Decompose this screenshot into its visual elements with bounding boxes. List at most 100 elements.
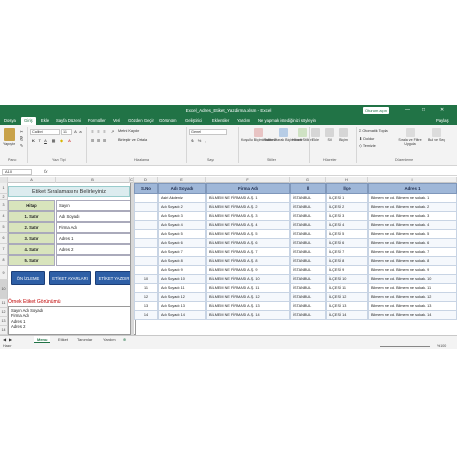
worksheet-grid[interactable]: A B C D E F G H I 1 2 3 4 5 6 7 8 9 10 1…: [0, 177, 457, 335]
table-cell[interactable]: İSTANBUL: [290, 194, 326, 203]
table-cell[interactable]: İLÇESİ 8: [326, 257, 368, 266]
table-cell[interactable]: İSTANBUL: [290, 221, 326, 230]
table-cell[interactable]: İSTANBUL: [290, 311, 326, 320]
table-cell[interactable]: Bilmem ne cd. Bilmem ne sokak. 2: [368, 203, 457, 212]
table-cell[interactable]: BİLMEM NE FİRMASI A.Ş. 13: [206, 302, 290, 311]
row-header[interactable]: 8: [0, 255, 8, 266]
table-cell[interactable]: İLÇESİ 6: [326, 239, 368, 248]
field-dropdown[interactable]: Adres 1: [56, 233, 131, 244]
italic-button[interactable]: T: [37, 138, 42, 143]
tab-insert[interactable]: Ekle: [41, 118, 49, 123]
table-cell[interactable]: BİLMEM NE FİRMASI A.Ş. 3: [206, 212, 290, 221]
table-cell[interactable]: Bilmem ne cd. Bilmem ne sokak. 1: [368, 194, 457, 203]
table-cell[interactable]: BİLMEM NE FİRMASI A.Ş. 5: [206, 230, 290, 239]
tab-data[interactable]: Veri: [113, 118, 120, 123]
clear-button[interactable]: ◇ Temizle: [359, 143, 376, 148]
copy-icon[interactable]: ⎘: [19, 136, 24, 141]
table-cell[interactable]: 10: [134, 275, 158, 284]
currency-icon[interactable]: ₺: [190, 138, 195, 143]
sheet-tab-menu[interactable]: Menu: [34, 336, 51, 343]
sheet-tab-etiket[interactable]: Etiket: [55, 336, 71, 343]
tab-view[interactable]: Görünüm: [159, 118, 176, 123]
table-cell[interactable]: [134, 248, 158, 257]
table-cell[interactable]: İLÇESİ 11: [326, 284, 368, 293]
print-labels-button[interactable]: ETİKET YAZDIR: [95, 271, 133, 285]
zoom-level[interactable]: %100: [437, 343, 446, 349]
table-cell[interactable]: İSTANBUL: [290, 302, 326, 311]
align-center-icon[interactable]: ☰: [96, 138, 101, 143]
table-cell[interactable]: İLÇESİ 13: [326, 302, 368, 311]
table-cell[interactable]: [134, 212, 158, 221]
table-cell[interactable]: Bilmem ne cd. Bilmem ne sokak. 4: [368, 221, 457, 230]
table-cell[interactable]: Asiri Akdeniz: [158, 194, 206, 203]
table-cell[interactable]: Adı Soyadı 3: [158, 212, 206, 221]
paste-button[interactable]: Yapıştır: [3, 128, 15, 146]
table-cell[interactable]: BİLMEM NE FİRMASI A.Ş. 7: [206, 248, 290, 257]
table-cell[interactable]: İLÇESİ 14: [326, 311, 368, 320]
field-dropdown[interactable]: Adres 2: [56, 244, 131, 255]
delete-cells-button[interactable]: Sil: [325, 128, 334, 142]
table-cell[interactable]: 12: [134, 293, 158, 302]
wrap-text-button[interactable]: Metni Kaydır: [118, 129, 139, 133]
table-cell[interactable]: BİLMEM NE FİRMASI A.Ş. 9: [206, 266, 290, 275]
table-cell[interactable]: 14: [134, 311, 158, 320]
table-cell[interactable]: BİLMEM NE FİRMASI A.Ş. 6: [206, 239, 290, 248]
row-header[interactable]: 1: [0, 183, 8, 194]
format-cells-button[interactable]: Biçim: [339, 128, 348, 142]
zoom-slider[interactable]: [380, 346, 430, 347]
label-settings-button[interactable]: ETİKET AYARLARI: [49, 271, 91, 285]
row-header[interactable]: 13: [0, 317, 8, 326]
format-painter-icon[interactable]: ✎: [19, 143, 24, 148]
field-dropdown[interactable]: [56, 255, 131, 266]
table-cell[interactable]: [134, 221, 158, 230]
fill-color-icon[interactable]: ◆: [59, 138, 64, 143]
table-cell[interactable]: İLÇESİ 5: [326, 230, 368, 239]
table-cell[interactable]: BİLMEM NE FİRMASI A.Ş. 1: [206, 194, 290, 203]
shrink-font-icon[interactable]: a: [78, 129, 83, 134]
cut-icon[interactable]: ✂: [19, 129, 24, 134]
table-cell[interactable]: İSTANBUL: [290, 275, 326, 284]
table-cell[interactable]: Adı Soyadı 13: [158, 302, 206, 311]
row-header[interactable]: 5: [0, 222, 8, 233]
table-cell[interactable]: BİLMEM NE FİRMASI A.Ş. 10: [206, 275, 290, 284]
signin-button[interactable]: Oturum açın: [363, 107, 389, 114]
name-box[interactable]: A10: [2, 169, 32, 175]
table-cell[interactable]: İLÇESİ 1: [326, 194, 368, 203]
table-cell[interactable]: Adı Soyadı 11: [158, 284, 206, 293]
row-header[interactable]: 10: [0, 280, 8, 299]
table-cell[interactable]: İLÇESİ 9: [326, 266, 368, 275]
field-dropdown[interactable]: Firma Adı: [56, 222, 131, 233]
autosum-button[interactable]: Σ Otomatik Topla: [359, 129, 388, 133]
bold-button[interactable]: K: [31, 138, 36, 143]
table-cell[interactable]: Bilmem ne cd. Bilmem ne sokak. 11: [368, 284, 457, 293]
table-cell[interactable]: Adı Soyadı 12: [158, 293, 206, 302]
table-cell[interactable]: İLÇESİ 12: [326, 293, 368, 302]
table-cell[interactable]: Adı Soyadı 5: [158, 230, 206, 239]
row-header[interactable]: 9: [0, 266, 8, 280]
share-button[interactable]: Paylaş: [436, 118, 449, 123]
table-cell[interactable]: Adı Soyadı 2: [158, 203, 206, 212]
tell-me-search[interactable]: Ne yapmak istediğinizi söyleyin: [258, 118, 316, 123]
align-middle-icon[interactable]: ≡: [96, 129, 101, 134]
tab-review[interactable]: Gözden Geçir: [128, 118, 154, 123]
field-dropdown[interactable]: Adı Soyadı: [56, 211, 131, 222]
table-cell[interactable]: BİLMEM NE FİRMASI A.Ş. 4: [206, 221, 290, 230]
table-cell[interactable]: Bilmem ne cd. Bilmem ne sokak. 8: [368, 257, 457, 266]
formula-input[interactable]: [54, 169, 454, 175]
table-cell[interactable]: Adı Soyadı 14: [158, 311, 206, 320]
align-top-icon[interactable]: ≡: [90, 129, 95, 134]
table-cell[interactable]: İSTANBUL: [290, 284, 326, 293]
field-dropdown[interactable]: Sayın: [56, 200, 131, 211]
row-header[interactable]: 11: [0, 299, 8, 308]
preview-button[interactable]: ÖN İZLEME: [11, 271, 45, 285]
table-cell[interactable]: İSTANBUL: [290, 266, 326, 275]
table-cell[interactable]: [134, 194, 158, 203]
sheet-tab-yardim[interactable]: Yardım: [100, 336, 119, 343]
tab-file[interactable]: Dosya: [4, 118, 16, 123]
align-left-icon[interactable]: ☰: [90, 138, 95, 143]
font-size-select[interactable]: 11: [61, 129, 72, 135]
row-header[interactable]: 4: [0, 211, 8, 222]
table-cell[interactable]: BİLMEM NE FİRMASI A.Ş. 14: [206, 311, 290, 320]
tab-home[interactable]: Giriş: [21, 117, 36, 125]
table-cell[interactable]: Bilmem ne cd. Bilmem ne sokak. 13: [368, 302, 457, 311]
